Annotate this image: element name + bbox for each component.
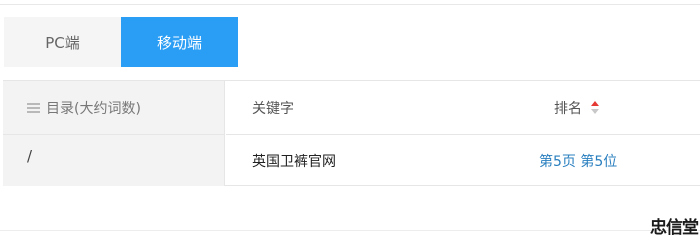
device-tabs: PC端 移动端 bbox=[4, 17, 238, 67]
sort-descending-icon bbox=[591, 109, 599, 114]
watermark-logo: 忠信堂 bbox=[650, 218, 699, 238]
keyword-cell: 英国卫裤官网 bbox=[252, 154, 336, 170]
tab-mobile[interactable]: 移动端 bbox=[121, 17, 238, 67]
directory-sidebar: 目录(大约词数) / bbox=[3, 81, 225, 186]
table-header: 关键字 排名 bbox=[226, 81, 700, 135]
column-header-keyword: 关键字 bbox=[252, 101, 294, 117]
list-icon bbox=[27, 102, 40, 113]
top-divider bbox=[0, 4, 700, 5]
column-header-rank-label: 排名 bbox=[554, 101, 582, 117]
rank-link[interactable]: 第5页 第5位 bbox=[539, 136, 617, 186]
keyword-ranking-page: PC端 移动端 目录(大约词数) / 关键字 排名 英国卫裤官网 第5页 第5位 bbox=[0, 0, 700, 238]
table-row: 英国卫裤官网 第5页 第5位 bbox=[226, 136, 700, 186]
sort-ascending-icon bbox=[591, 101, 599, 106]
directory-header-label: 目录(大约词数) bbox=[46, 100, 141, 117]
bottom-divider bbox=[0, 230, 700, 231]
sort-icon[interactable] bbox=[591, 101, 600, 115]
ranking-panel: 目录(大约词数) / 关键字 排名 英国卫裤官网 第5页 第5位 bbox=[3, 80, 700, 186]
column-header-rank[interactable]: 排名 bbox=[554, 81, 600, 135]
directory-header: 目录(大约词数) bbox=[3, 81, 225, 135]
directory-item-root[interactable]: / bbox=[3, 135, 225, 186]
tab-pc[interactable]: PC端 bbox=[4, 17, 121, 67]
